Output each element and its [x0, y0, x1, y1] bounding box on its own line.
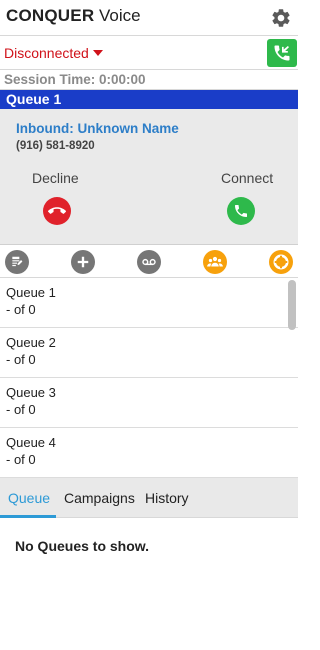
queue-count: - of 0: [6, 352, 36, 367]
status-row: Disconnected: [0, 36, 298, 70]
voicemail-icon: [142, 258, 156, 266]
queue-list[interactable]: Queue 1- of 0 Queue 2- of 0 Queue 3- of 0Q…: [0, 278, 298, 478]
queue-count: - of 0: [6, 452, 36, 467]
decline-label: Decline: [32, 170, 79, 186]
app-header: CONQUER Voice: [0, 0, 298, 36]
active-queue-bar: Queue 1: [0, 90, 298, 109]
add-icon: [77, 256, 89, 268]
gear-icon[interactable]: [270, 7, 292, 29]
team-button[interactable]: [203, 250, 227, 274]
brand-logo: CONQUER Voice: [6, 6, 141, 26]
active-queue-title: Queue 1: [6, 91, 62, 107]
queue-count: - of 0: [6, 402, 36, 417]
brand-name: CONQUER: [6, 6, 95, 25]
notes-icon: [12, 256, 23, 267]
notes-button[interactable]: [5, 250, 29, 274]
caller-name: Inbound: Unknown Name: [16, 121, 179, 136]
tab-active-indicator: [0, 515, 56, 518]
incoming-call-panel: Inbound: Unknown Name (916) 581-8920 Dec…: [0, 109, 298, 245]
session-row: Session Time: 0:00:00: [0, 70, 298, 90]
tab-history[interactable]: History: [145, 490, 189, 506]
tab-campaigns[interactable]: Campaigns: [64, 490, 135, 506]
help-button[interactable]: [269, 250, 293, 274]
tab-queue[interactable]: Queue: [8, 490, 50, 506]
queue-name: Queue 3: [6, 385, 56, 400]
empty-message: No Queues to show.: [15, 538, 150, 554]
queue-count: - of 0: [6, 302, 36, 317]
tab-content: No Queues to show.: [0, 519, 298, 650]
list-item[interactable]: Queue 4 - of 0: [0, 428, 298, 478]
status-dropdown[interactable]: Disconnected: [4, 45, 103, 61]
queue-name: Queue 4: [6, 435, 56, 450]
status-label: Disconnected: [4, 45, 89, 61]
action-toolbar: [0, 246, 298, 278]
decline-button[interactable]: [43, 197, 71, 225]
brand-product: Voice: [94, 6, 141, 25]
add-button[interactable]: [71, 250, 95, 274]
connect-button[interactable]: [227, 197, 255, 225]
scrollbar-thumb[interactable]: [288, 280, 296, 330]
session-time: Session Time: 0:00:00: [4, 72, 146, 87]
team-icon: [207, 256, 223, 267]
voicemail-button[interactable]: [137, 250, 161, 274]
connect-label: Connect: [221, 170, 274, 186]
phone-icon: [235, 205, 247, 217]
list-item[interactable]: Queue 2 - of 0: [0, 328, 298, 378]
queue-name: Queue 2: [6, 335, 56, 350]
incoming-call-button[interactable]: [267, 39, 297, 67]
chevron-down-icon: [92, 50, 103, 56]
tab-bar: Queue Campaigns History: [0, 478, 298, 518]
queue-name: Queue 1: [6, 285, 56, 300]
help-icon: [273, 254, 289, 270]
incoming-call-icon: [274, 45, 290, 61]
caller-phone: (916) 581-8920: [16, 140, 95, 152]
list-item[interactable]: Queue 3 - of 0: [0, 378, 298, 428]
list-item[interactable]: Queue 1 - of 0: [0, 278, 298, 328]
hang-up-icon: [48, 207, 66, 214]
